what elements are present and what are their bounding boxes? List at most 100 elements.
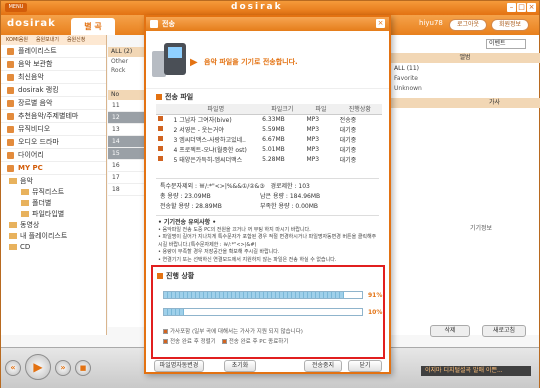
list-item[interactable]: Unknown: [394, 85, 422, 92]
checkbox[interactable]: [158, 155, 163, 161]
title-bar: MENU dosirak – □ ×: [1, 1, 539, 15]
dialog-titlebar: 전송: [146, 17, 389, 31]
remain-value: 184.96MB: [289, 193, 321, 200]
tree-folder[interactable]: 폴더별: [1, 197, 106, 208]
tree-cd[interactable]: CD: [1, 241, 106, 252]
category-list: ALL (2) Other Rock No 11 12 13 14 15 16 …: [108, 47, 148, 327]
table-row[interactable]: 17: [108, 172, 148, 184]
reset-button[interactable]: 초기화: [224, 360, 256, 372]
checkbox[interactable]: [158, 135, 163, 141]
progress-fill: [164, 309, 184, 315]
progress-bar-current: [163, 291, 363, 299]
menu-button[interactable]: MENU: [5, 3, 27, 12]
table-row[interactable]: 1 그남자 그여자(bive) 6.33MB MP3 전송중: [156, 114, 382, 124]
table-row[interactable]: 14: [108, 136, 148, 148]
drama-icon: [7, 138, 14, 146]
sidebar-item-mypc[interactable]: MY PC: [1, 162, 106, 175]
minimize-button[interactable]: –: [507, 3, 516, 12]
lyrics-option[interactable]: 가사포함 (일부 곡에 대해서는 가사가 지원 되지 않습니다): [163, 327, 303, 335]
col-status: 진행상황: [337, 104, 382, 115]
checkbox[interactable]: [163, 338, 168, 344]
table-row[interactable]: 12: [108, 112, 148, 124]
play-button[interactable]: ▶: [25, 354, 51, 380]
sidebar-item-audio-drama[interactable]: 오디오 드라마: [1, 136, 106, 149]
list-item[interactable]: Favorite: [394, 75, 418, 82]
storage-icon: [7, 60, 14, 68]
tree-myplaylist[interactable]: 내 플레이리스트: [1, 230, 106, 241]
refresh-button[interactable]: 새로고침: [482, 325, 526, 337]
sidebar-item-genre[interactable]: 장르별 음악: [1, 97, 106, 110]
col-check: [156, 104, 172, 115]
stop-button[interactable]: ■: [75, 360, 91, 376]
tree-filetype[interactable]: 파일타입별: [1, 208, 106, 219]
table-row[interactable]: 5 태양은가득히-엠씨더맥스 5.28MB MP3 대기중: [156, 154, 382, 164]
app-window: MENU dosirak – □ × dosirak 별 곡 hiyu78 로그…: [0, 0, 540, 388]
files-section-title: 전송 파일: [146, 89, 389, 104]
list-item[interactable]: Rock: [108, 66, 148, 75]
arrow-icon: ▶: [190, 57, 198, 68]
sidebar-item-playlist[interactable]: 플레이리스트: [1, 45, 106, 58]
subtab-komi[interactable]: KOMI음원: [3, 35, 31, 45]
progress-percent-current: 91%: [368, 292, 383, 299]
table-row[interactable]: 2 서영은 - 웃는거야 5.59MB MP3 대기중: [156, 124, 382, 134]
short-value: 0.00MB: [295, 203, 319, 210]
ranking-icon: [7, 86, 14, 94]
maximize-button[interactable]: □: [517, 3, 526, 12]
table-row[interactable]: 4 프로젝트-오냐(월중한 ost) 5.01MB MP3 대기중: [156, 144, 382, 154]
table-row[interactable]: 13: [108, 124, 148, 136]
transfer-icon: [150, 20, 158, 28]
now-playing-status: 이지마 디지털설곡 발매 이쁜...: [421, 366, 531, 376]
transfer-dialog: 전송 × ▶ 음악 파일을 기기로 전송합니다. 전송 파일 파일명 파일크기 …: [144, 15, 391, 374]
subtab-request[interactable]: 음원신청: [64, 35, 88, 45]
sidebar-item-latest[interactable]: 최신음악: [1, 71, 106, 84]
rename-button[interactable]: 파일명자동변경: [154, 360, 204, 372]
sidebar-item-recommend[interactable]: 추천음악/주제별테마: [1, 110, 106, 123]
checkbox[interactable]: [158, 125, 163, 131]
right-panel: 이벤트 앨범 ALL (11) Favorite Unknown 가사 기기정보…: [389, 35, 540, 337]
device-info-link[interactable]: 기기정보: [470, 223, 492, 232]
capacity-stats: 특수문자제외 : ￦/:*"<>|%&&①/②&③ 경로제한 : 103 총 용…: [160, 183, 321, 210]
table-row[interactable]: 11: [108, 100, 148, 112]
sidebar-item-mv[interactable]: 뮤직비디오: [1, 123, 106, 136]
dialog-close-icon[interactable]: ×: [376, 19, 385, 28]
member-info-button[interactable]: 회원정보: [491, 19, 529, 31]
next-button[interactable]: »: [55, 360, 71, 376]
delete-button[interactable]: 삭제: [430, 325, 470, 337]
tree-musiclist[interactable]: 뮤직리스트: [1, 186, 106, 197]
table-row[interactable]: 16: [108, 160, 148, 172]
checkbox[interactable]: [163, 328, 168, 334]
total-value: 23.09MB: [184, 193, 211, 200]
col-filetype: 파일: [304, 104, 338, 115]
bullet-icon: [157, 273, 163, 279]
table-row[interactable]: 3 엠씨더맥스-사랑하고있네.. 6.67MB MP3 대기중: [156, 134, 382, 144]
sidebar-item-diary[interactable]: 다이어리: [1, 149, 106, 162]
special-label: 특수문자제외 :: [160, 183, 199, 190]
transfer-value: 28.89MB: [195, 203, 222, 210]
search-input[interactable]: 이벤트: [486, 39, 526, 49]
tab-main[interactable]: 별 곡: [71, 18, 115, 35]
list-item[interactable]: Other: [108, 57, 148, 66]
close-dialog-button[interactable]: 닫기: [348, 360, 382, 372]
checkbox[interactable]: [221, 338, 227, 344]
transfer-notice: • 기기전송 유의사항 • • 음악파일 전송 도중 PC의 전원을 끄거나 꺼…: [158, 219, 377, 263]
list-all[interactable]: ALL (11): [394, 65, 419, 72]
prev-button[interactable]: «: [5, 360, 21, 376]
col-no: No: [108, 90, 148, 100]
sidebar-item-storage[interactable]: 음악 보관함: [1, 58, 106, 71]
stop-transfer-button[interactable]: 전송중지: [304, 360, 342, 372]
tree-video[interactable]: 동영상: [1, 219, 106, 230]
col-filesize: 파일크기: [260, 104, 305, 115]
checkbox[interactable]: [158, 115, 163, 121]
table-row[interactable]: 18: [108, 184, 148, 196]
close-button[interactable]: ×: [527, 3, 536, 12]
path-limit: 경로제한 : 103: [270, 183, 310, 190]
sidebar-item-ranking[interactable]: dosirak 랭킹: [1, 84, 106, 97]
logout-button[interactable]: 로그아웃: [449, 19, 487, 31]
divider: [156, 215, 379, 216]
subtab-send[interactable]: 음원보내기: [33, 35, 62, 45]
table-row[interactable]: 15: [108, 148, 148, 160]
list-all[interactable]: ALL (2): [108, 47, 148, 57]
tree-music[interactable]: 음악: [1, 175, 106, 186]
checkbox[interactable]: [158, 145, 163, 151]
genre-icon: [7, 99, 14, 107]
